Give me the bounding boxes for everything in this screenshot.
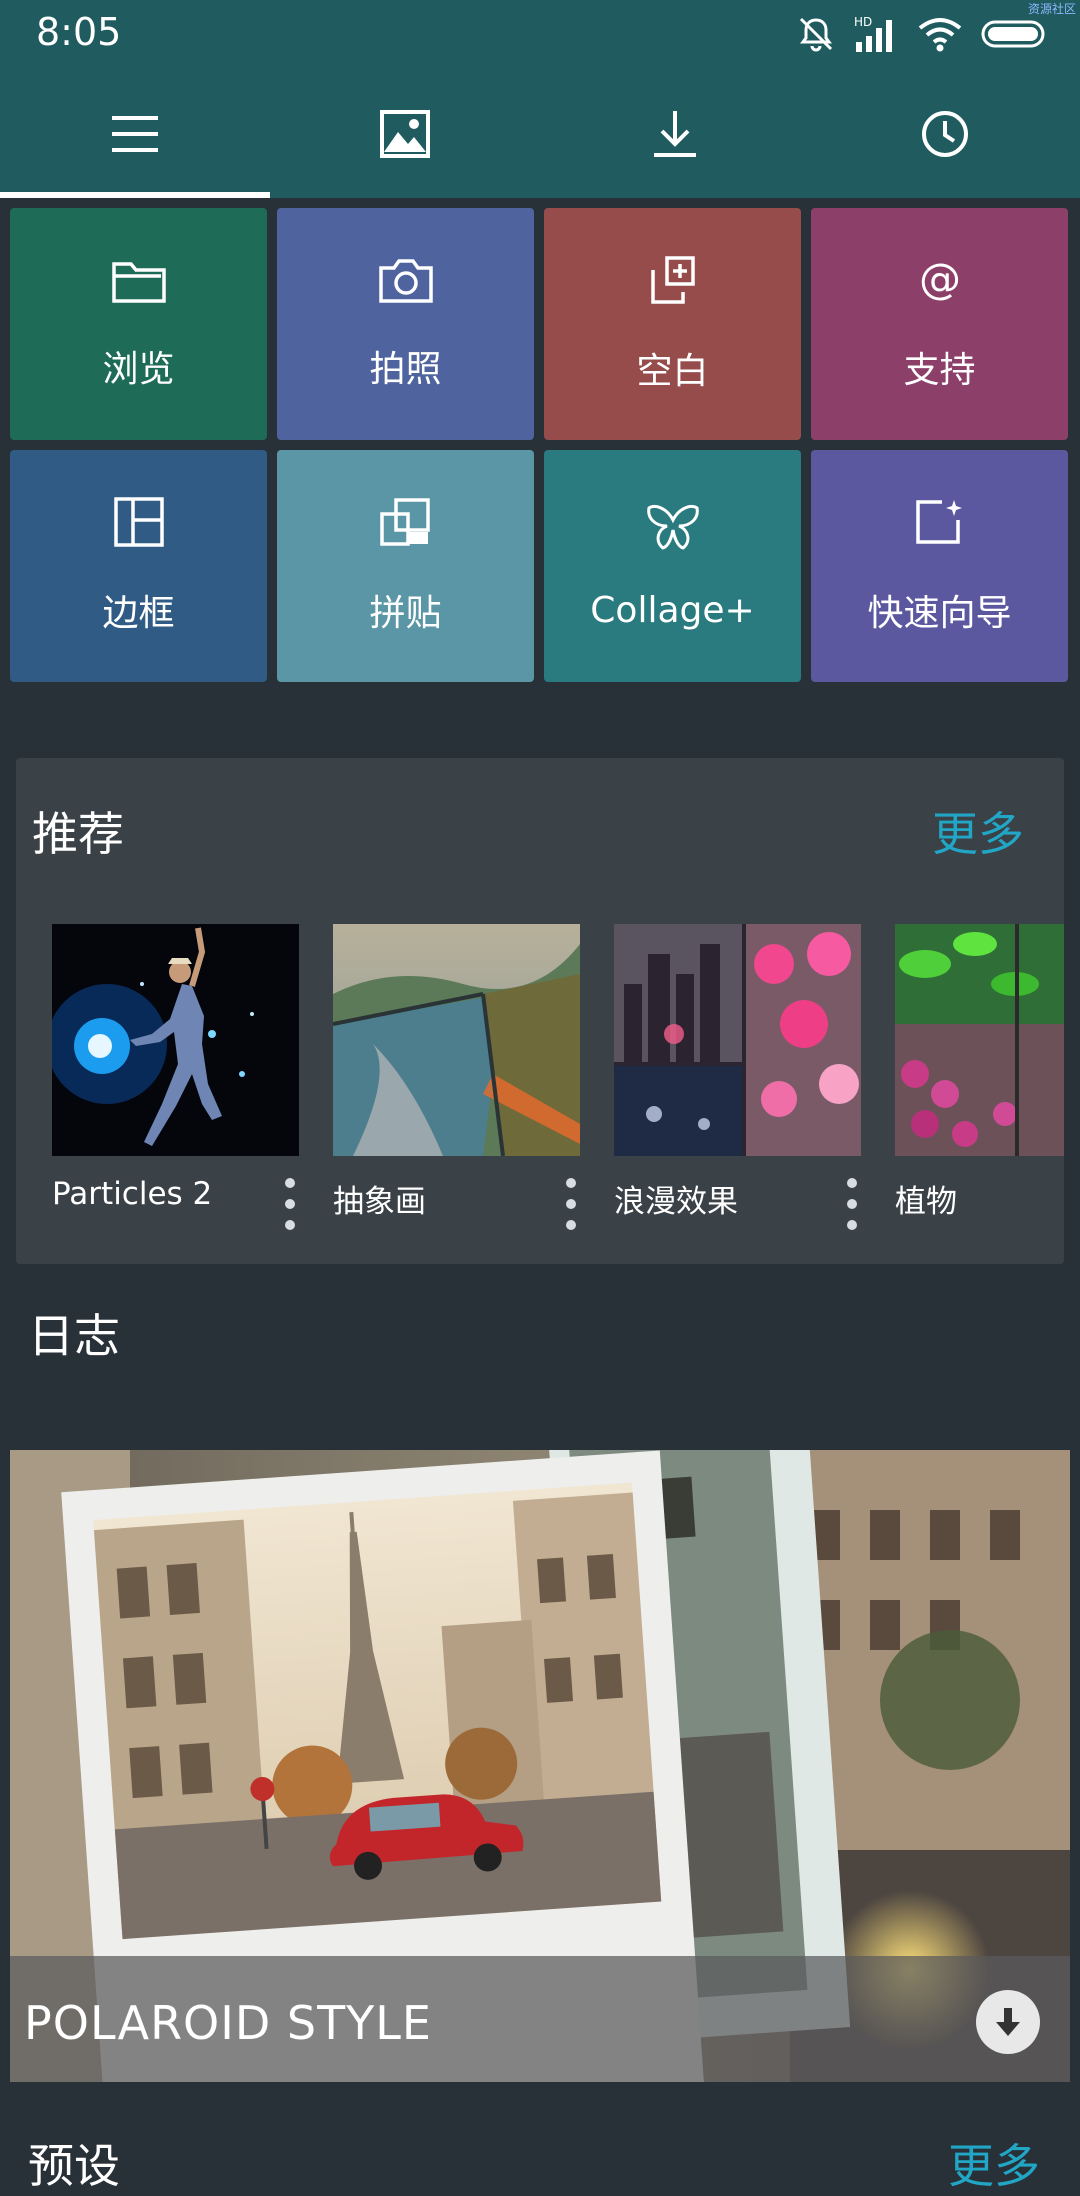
recommend-item[interactable]: Particles 2 bbox=[52, 924, 299, 1246]
tile-frame[interactable]: 边框 bbox=[10, 450, 267, 682]
action-tile-grid: 浏览 拍照 空白 @ 支持 边框 拼贴 Collage+ 快速向导 bbox=[10, 208, 1070, 682]
tile-label: 拼贴 bbox=[369, 593, 442, 634]
tile-label: 边框 bbox=[102, 593, 175, 634]
abstract-thumbnail bbox=[333, 924, 580, 1156]
download-icon bbox=[654, 111, 696, 157]
image-icon bbox=[380, 110, 430, 158]
tile-label: 浏览 bbox=[102, 349, 175, 390]
menu-icon bbox=[112, 116, 158, 152]
recommend-item-meta: Particles 2 bbox=[52, 1156, 299, 1246]
tile-quick-wizard[interactable]: 快速向导 bbox=[811, 450, 1068, 682]
hd-label: HD bbox=[854, 15, 872, 29]
tile-label: 拍照 bbox=[369, 349, 442, 390]
at-icon: @ bbox=[919, 255, 961, 303]
plants-thumbnail bbox=[895, 924, 1064, 1156]
tile-label: 支持 bbox=[903, 350, 976, 391]
tile-blank[interactable]: 空白 bbox=[544, 208, 801, 440]
recommend-item-name: Particles 2 bbox=[52, 1176, 213, 1212]
battery-icon bbox=[981, 20, 1045, 48]
tile-browse[interactable]: 浏览 bbox=[10, 208, 267, 440]
blank-add-icon bbox=[650, 256, 695, 304]
nav-tabs bbox=[0, 70, 1080, 198]
tab-gallery[interactable] bbox=[270, 70, 540, 198]
recommend-item[interactable]: 浪漫效果 bbox=[614, 924, 861, 1246]
tile-collage[interactable]: 拼贴 bbox=[277, 450, 534, 682]
butterfly-icon bbox=[646, 504, 699, 550]
tab-history[interactable] bbox=[810, 70, 1080, 198]
folder-icon bbox=[111, 262, 166, 303]
frame-icon bbox=[113, 497, 164, 547]
app-bar: 8:05 资源社区 HD bbox=[0, 0, 1080, 198]
download-arrow-icon bbox=[996, 2008, 1020, 2036]
tab-download[interactable] bbox=[540, 70, 810, 198]
status-time: 8:05 bbox=[36, 10, 122, 54]
recommend-item[interactable]: 植物 bbox=[895, 924, 1064, 1246]
romantic-thumbnail bbox=[614, 924, 861, 1156]
presets-more-link[interactable]: 更多 bbox=[948, 2130, 1040, 2196]
quick-wizard-icon bbox=[915, 500, 962, 544]
clock-icon bbox=[922, 111, 968, 157]
recommend-list: Particles 2 抽象画 浪漫效果 植物 bbox=[52, 924, 1064, 1246]
recommend-card: 推荐 更多 Particles 2 抽象画 浪漫效果 植物 bbox=[16, 758, 1064, 1264]
tile-label: 空白 bbox=[636, 351, 709, 392]
more-options-icon[interactable] bbox=[843, 1178, 861, 1230]
recommend-more-link[interactable]: 更多 bbox=[932, 798, 1024, 864]
status-bar: 8:05 资源社区 HD bbox=[0, 0, 1080, 70]
recommend-item-name: 浪漫效果 bbox=[614, 1184, 738, 1220]
more-options-icon[interactable] bbox=[281, 1178, 299, 1230]
recommend-item[interactable]: 抽象画 bbox=[333, 924, 580, 1246]
presets-title: 预设 bbox=[28, 2139, 120, 2193]
tile-collage-plus[interactable]: Collage+ bbox=[544, 450, 801, 682]
recommend-item-meta: 抽象画 bbox=[333, 1156, 580, 1246]
wifi-icon bbox=[918, 18, 962, 52]
download-button[interactable] bbox=[976, 1990, 1040, 2054]
tile-support[interactable]: @ 支持 bbox=[811, 208, 1068, 440]
mute-bell-icon bbox=[799, 17, 833, 52]
tile-label: Collage+ bbox=[590, 589, 755, 631]
particles-thumbnail bbox=[52, 924, 299, 1156]
journal-banner[interactable]: POLAROID STYLE bbox=[10, 1450, 1070, 2082]
status-icons: HD bbox=[796, 14, 1050, 54]
recommend-item-meta: 浪漫效果 bbox=[614, 1156, 861, 1246]
camera-icon bbox=[378, 259, 433, 303]
journal-title: 日志 bbox=[28, 1309, 120, 1363]
recommend-item-meta: 植物 bbox=[895, 1156, 1064, 1246]
tab-menu[interactable] bbox=[0, 70, 270, 198]
recommend-item-name: 抽象画 bbox=[333, 1184, 426, 1220]
recommend-item-name: 植物 bbox=[895, 1184, 957, 1220]
collage-icon bbox=[379, 498, 430, 546]
active-tab-indicator bbox=[0, 192, 270, 198]
tile-camera[interactable]: 拍照 bbox=[277, 208, 534, 440]
svg-text:@: @ bbox=[919, 255, 961, 303]
journal-caption: POLAROID STYLE bbox=[24, 1996, 432, 2050]
signal-icon: HD bbox=[854, 15, 892, 52]
more-options-icon[interactable] bbox=[562, 1178, 580, 1230]
tile-label: 快速向导 bbox=[867, 593, 1012, 634]
recommend-title: 推荐 bbox=[32, 807, 124, 861]
